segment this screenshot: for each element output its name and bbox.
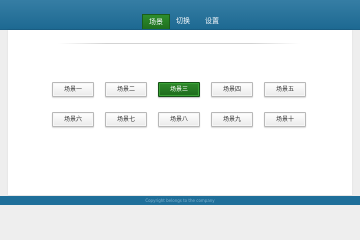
scene-10-button[interactable]: 场景十 xyxy=(264,112,306,127)
tab-scene[interactable]: 场景 xyxy=(142,14,170,29)
scene-3-button[interactable]: 场景三 xyxy=(158,82,200,97)
scene-5-button[interactable]: 场景五 xyxy=(264,82,306,97)
tab-settings[interactable]: 设置 xyxy=(205,15,219,27)
footer-copyright: Copyright belongs to the company xyxy=(0,196,360,205)
scene-6-button[interactable]: 场景六 xyxy=(52,112,94,127)
scene-4-button[interactable]: 场景四 xyxy=(211,82,253,97)
scene-1-button[interactable]: 场景一 xyxy=(52,82,94,97)
scene-2-button[interactable]: 场景二 xyxy=(105,82,147,97)
panel-divider xyxy=(58,43,300,44)
scene-7-button[interactable]: 场景七 xyxy=(105,112,147,127)
scene-9-button[interactable]: 场景九 xyxy=(211,112,253,127)
tab-switch[interactable]: 切换 xyxy=(176,15,190,27)
scene-8-button[interactable]: 场景八 xyxy=(158,112,200,127)
